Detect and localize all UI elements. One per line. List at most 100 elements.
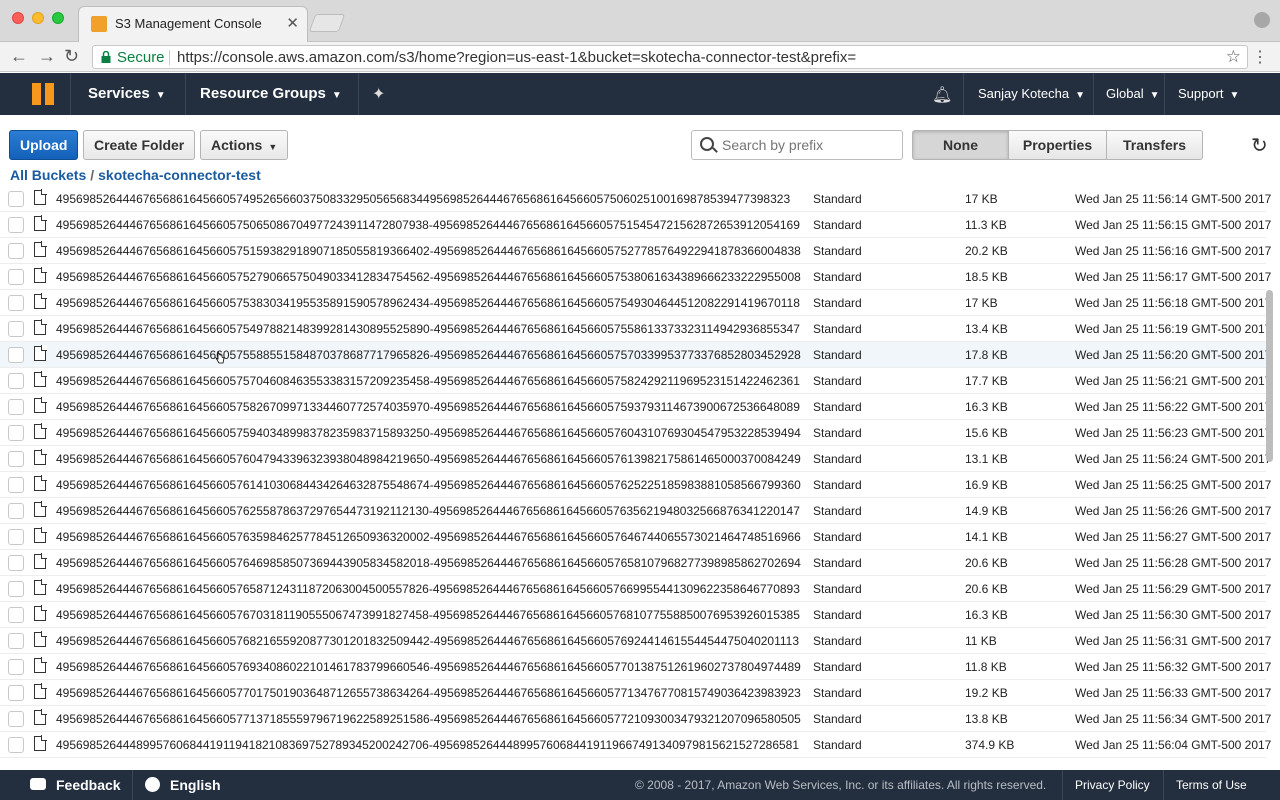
file-name[interactable]: 4956985264446765686164566057670318119055… — [56, 608, 810, 622]
file-name[interactable]: 4956985264446765686164566057506508670497… — [56, 218, 810, 232]
pin-icon[interactable]: ✦ — [372, 84, 385, 104]
table-row[interactable]: 4956985264446765686164566057515938291890… — [0, 238, 1271, 264]
user-menu[interactable]: Sanjay Kotecha ▼ — [978, 86, 1085, 101]
table-row[interactable]: 4956985264446765686164566057693408602210… — [0, 654, 1271, 680]
transfers-toggle[interactable]: Transfers — [1106, 130, 1203, 160]
table-row[interactable]: 4956985264446765686164566057582670997133… — [0, 394, 1271, 420]
row-checkbox[interactable] — [8, 399, 24, 415]
file-name[interactable]: 4956985264446765686164566057538303419553… — [56, 296, 810, 310]
file-name[interactable]: 4956985264448995760684419119418210836975… — [56, 738, 810, 752]
table-row[interactable]: 4956985264446765686164566057614103068443… — [0, 472, 1271, 498]
breadcrumb-all-buckets[interactable]: All Buckets — [10, 167, 86, 183]
bookmark-star-icon[interactable]: ☆ — [1226, 47, 1241, 67]
file-name[interactable]: 4956985264446765686164566057614103068443… — [56, 478, 810, 492]
row-checkbox[interactable] — [8, 191, 24, 207]
minimize-window-button[interactable] — [32, 12, 44, 24]
file-name[interactable]: 4956985264446765686164566057713718555979… — [56, 712, 810, 726]
row-checkbox[interactable] — [8, 217, 24, 233]
file-name[interactable]: 4956985264446765686164566057527906657504… — [56, 270, 810, 284]
file-name[interactable]: 4956985264446765686164566057515938291890… — [56, 244, 810, 258]
table-row[interactable]: 4956985264446765686164566057604794339632… — [0, 446, 1271, 472]
bell-icon[interactable]: 🔔︎ — [932, 85, 952, 105]
row-checkbox[interactable] — [8, 451, 24, 467]
browser-menu-icon[interactable]: ⋮ — [1252, 47, 1268, 67]
actions-dropdown[interactable]: Actions ▼ — [200, 130, 289, 160]
row-checkbox[interactable] — [8, 373, 24, 389]
file-name[interactable]: 4956985264446765686164566057570460846355… — [56, 374, 810, 388]
region-menu[interactable]: Global ▼ — [1106, 86, 1159, 101]
table-row[interactable]: 4956985264446765686164566057670318119055… — [0, 602, 1271, 628]
row-checkbox[interactable] — [8, 269, 24, 285]
close-window-button[interactable] — [12, 12, 24, 24]
table-row[interactable]: 4956985264446765686164566057527906657504… — [0, 264, 1271, 290]
row-checkbox[interactable] — [8, 685, 24, 701]
table-row[interactable]: 4956985264446765686164566057570460846355… — [0, 368, 1271, 394]
create-folder-button[interactable]: Create Folder — [83, 130, 196, 160]
table-row[interactable]: 4956985264446765686164566057506508670497… — [0, 212, 1271, 238]
table-row[interactable]: 4956985264446765686164566057682165592087… — [0, 628, 1271, 654]
row-checkbox[interactable] — [8, 503, 24, 519]
table-row[interactable]: 4956985264446765686164566057701750190364… — [0, 680, 1271, 706]
table-row[interactable]: 4956985264446765686164566057594034899837… — [0, 420, 1271, 446]
support-menu[interactable]: Support ▼ — [1178, 86, 1239, 101]
file-name[interactable]: 4956985264446765686164566057582670997133… — [56, 400, 810, 414]
url-field[interactable]: Secure https://console.aws.amazon.com/s3… — [92, 45, 1248, 69]
file-name[interactable]: 4956985264446765686164566057558855158487… — [56, 348, 810, 362]
services-menu[interactable]: Services ▼ — [88, 85, 166, 102]
feedback-button[interactable]: Feedback — [56, 777, 121, 793]
refresh-icon[interactable]: ↻ — [1251, 133, 1268, 158]
file-name[interactable]: 4956985264446765686164566057646985850736… — [56, 556, 810, 570]
close-tab-icon[interactable]: ✕ — [286, 14, 299, 32]
table-row[interactable]: 4956985264446765686164566057549788214839… — [0, 316, 1271, 342]
file-name[interactable]: 4956985264446765686164566057635984625778… — [56, 530, 810, 544]
aws-cube-logo-icon[interactable] — [32, 83, 54, 105]
row-checkbox[interactable] — [8, 477, 24, 493]
file-name[interactable]: 4956985264446765686164566057658712431187… — [56, 582, 810, 596]
upload-button[interactable]: Upload — [9, 130, 79, 160]
file-name[interactable]: 4956985264446765686164566057693408602210… — [56, 660, 810, 674]
reload-icon[interactable]: ↻ — [64, 46, 79, 67]
forward-arrow-icon[interactable]: → — [38, 46, 56, 67]
new-tab-button[interactable] — [308, 14, 346, 32]
table-row[interactable]: 4956985264446765686164566057495265660375… — [0, 186, 1271, 212]
file-name[interactable]: 4956985264446765686164566057625587863729… — [56, 504, 810, 518]
table-row[interactable]: 4956985264446765686164566057635984625778… — [0, 524, 1271, 550]
row-checkbox[interactable] — [8, 607, 24, 623]
row-checkbox[interactable] — [8, 711, 24, 727]
breadcrumb-bucket[interactable]: skotecha-connector-test — [98, 167, 261, 183]
file-name[interactable]: 4956985264446765686164566057604794339632… — [56, 452, 810, 466]
maximize-window-button[interactable] — [52, 12, 64, 24]
table-row[interactable]: 4956985264446765686164566057658712431187… — [0, 576, 1271, 602]
terms-of-use-link[interactable]: Terms of Use — [1176, 778, 1247, 792]
row-checkbox[interactable] — [8, 425, 24, 441]
file-name[interactable]: 4956985264446765686164566057594034899837… — [56, 426, 810, 440]
properties-toggle[interactable]: Properties — [1008, 130, 1107, 160]
table-row[interactable]: 4956985264446765686164566057558855158487… — [0, 342, 1271, 368]
row-checkbox[interactable] — [8, 347, 24, 363]
file-name[interactable]: 4956985264446765686164566057682165592087… — [56, 634, 810, 648]
row-checkbox[interactable] — [8, 581, 24, 597]
row-checkbox[interactable] — [8, 529, 24, 545]
privacy-policy-link[interactable]: Privacy Policy — [1075, 778, 1150, 792]
table-row[interactable]: 4956985264446765686164566057713718555979… — [0, 706, 1271, 732]
row-checkbox[interactable] — [8, 295, 24, 311]
row-checkbox[interactable] — [8, 555, 24, 571]
row-checkbox[interactable] — [8, 633, 24, 649]
none-toggle[interactable]: None — [912, 130, 1009, 160]
back-arrow-icon[interactable]: ← — [10, 46, 28, 67]
table-row[interactable]: 4956985264448995760684419119418210836975… — [0, 732, 1271, 758]
table-row[interactable]: 4956985264446765686164566057538303419553… — [0, 290, 1271, 316]
profile-icon[interactable] — [1254, 12, 1270, 28]
table-row[interactable]: 4956985264446765686164566057625587863729… — [0, 498, 1271, 524]
file-name[interactable]: 4956985264446765686164566057549788214839… — [56, 322, 810, 336]
scrollbar[interactable] — [1266, 290, 1273, 462]
row-checkbox[interactable] — [8, 737, 24, 753]
row-checkbox[interactable] — [8, 243, 24, 259]
file-name[interactable]: 4956985264446765686164566057701750190364… — [56, 686, 810, 700]
row-checkbox[interactable] — [8, 321, 24, 337]
language-selector[interactable]: English — [170, 777, 221, 793]
table-row[interactable]: 4956985264446765686164566057646985850736… — [0, 550, 1271, 576]
browser-tab[interactable]: S3 Management Console ✕ — [78, 6, 308, 42]
file-name[interactable]: 4956985264446765686164566057495265660375… — [56, 192, 810, 206]
search-box[interactable] — [691, 130, 903, 160]
